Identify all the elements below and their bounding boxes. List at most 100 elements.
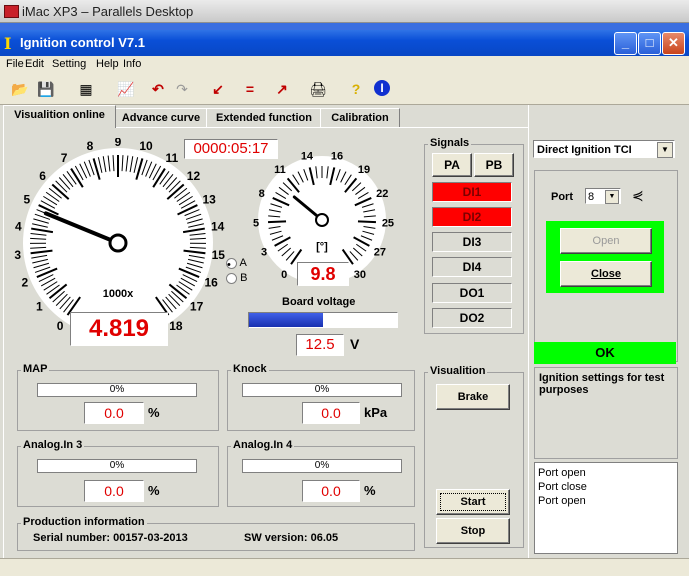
rpm-tick-label: 4 [15, 220, 22, 234]
board-voltage-value: 12.5 [296, 334, 344, 356]
tab-calibration[interactable]: Calibration [320, 108, 400, 128]
analog3-title: Analog.In 3 [21, 439, 84, 451]
radio-b-label: B [240, 272, 247, 284]
info-icon[interactable]: I [374, 80, 390, 96]
rpm-tick-label: 3 [14, 248, 21, 262]
rpm-needle-hub [110, 235, 126, 251]
arrow-up-right-icon[interactable]: ↗ [272, 80, 292, 98]
angle-value: 9.8 [297, 262, 349, 286]
knock-value: 0.0 [302, 402, 360, 424]
rpm-tick-label: 8 [87, 139, 94, 153]
help-icon[interactable]: ? [346, 80, 366, 98]
window-title: Ignition control V7.1 [20, 35, 145, 50]
angle-needle-hub [316, 214, 328, 226]
map-title: MAP [21, 363, 49, 375]
angle-tick-label: 16 [331, 151, 343, 163]
log-item: Port open [538, 466, 674, 480]
radio-a-dot: • [226, 258, 237, 269]
radio-a[interactable]: • A [226, 257, 247, 269]
start-button[interactable]: Start [436, 489, 510, 515]
stop-button[interactable]: Stop [436, 518, 510, 544]
angle-tick-label: 27 [374, 246, 386, 258]
close-port-button[interactable]: Close [560, 261, 652, 287]
rpm-tick-label: 13 [202, 193, 216, 207]
rpm-tick-label: 2 [22, 275, 29, 289]
angle-tick-label: 14 [301, 151, 314, 163]
toolbar: 📂 💾 ▦ 📈 ↶ ↷ ↙ = ↗ 🖨 ? I [0, 74, 689, 105]
rpm-tick-label: 11 [166, 151, 179, 165]
chart-icon[interactable]: 📈 [116, 80, 136, 98]
angle-tick-label: 19 [358, 164, 370, 176]
analog3-value: 0.0 [84, 480, 144, 502]
undo-icon[interactable]: ↶ [148, 80, 168, 98]
log-item: Port close [538, 480, 674, 494]
analog4-progress-bar: 0% [242, 459, 402, 473]
signal-do2: DO2 [432, 308, 512, 328]
knock-title: Knock [231, 363, 269, 375]
ignition-mode-value: Direct Ignition TCI [537, 144, 632, 156]
menu-edit[interactable]: Edit [25, 58, 44, 70]
brake-button[interactable]: Brake [436, 384, 510, 410]
status-bar [0, 558, 689, 576]
redo-icon[interactable]: ↷ [172, 80, 192, 98]
host-title-bar: iMac XP3 – Parallels Desktop [0, 0, 689, 23]
log-list[interactable]: Port open Port close Port open [534, 462, 678, 554]
rpm-unit-label: 1000x [103, 288, 134, 300]
signal-di4: DI4 [432, 257, 512, 277]
rpm-tick-label: 9 [115, 138, 122, 149]
plug-icon: ⋞ [632, 187, 644, 204]
menu-file[interactable]: File [6, 58, 24, 70]
angle-tick-label: 11 [274, 164, 286, 176]
menu-help[interactable]: Help [96, 58, 119, 70]
tab-extended-function[interactable]: Extended function [206, 108, 322, 128]
menu-setting[interactable]: Setting [52, 58, 86, 70]
radio-b-dot [226, 273, 237, 284]
app-logo-icon: I [4, 34, 11, 53]
angle-tick-label: 3 [261, 246, 267, 258]
minimize-button[interactable]: _ [614, 32, 637, 55]
port-select[interactable]: 8 ▼ [585, 188, 621, 204]
tab-visualition-online[interactable]: Visualition online [3, 105, 116, 128]
port-chevron-down-icon[interactable]: ▼ [605, 190, 619, 204]
sw-version: SW version: 06.05 [244, 532, 338, 544]
table-icon[interactable]: ▦ [76, 80, 96, 98]
close-button[interactable]: ✕ [662, 32, 685, 55]
status-ok-indicator: OK [534, 342, 676, 364]
board-voltage-bar [248, 312, 398, 328]
window-title-bar: I Ignition control V7.1 _ □ ✕ [0, 30, 689, 56]
signals-title: Signals [428, 137, 471, 149]
pb-button[interactable]: PB [474, 153, 514, 177]
angle-major-tick [358, 221, 376, 222]
angle-unit-label: [°] [316, 241, 328, 253]
visualition-title: Visualition [428, 365, 487, 377]
open-button[interactable]: Open [560, 228, 652, 254]
signal-do1: DO1 [432, 283, 512, 303]
signal-di1: DI1 [432, 182, 512, 202]
menu-info[interactable]: Info [123, 58, 141, 70]
equals-icon[interactable]: = [240, 80, 260, 98]
tab-advance-curve[interactable]: Advance curve [114, 108, 208, 128]
angle-tick-label: 0 [281, 269, 287, 281]
open-folder-icon[interactable]: 📂 [10, 80, 30, 98]
pa-button[interactable]: PA [432, 153, 472, 177]
rpm-tick-label: 15 [212, 248, 226, 262]
chevron-down-icon[interactable]: ▼ [657, 142, 673, 158]
ignition-mode-select[interactable]: Direct Ignition TCI ▼ [533, 140, 675, 158]
radio-a-label: A [239, 257, 246, 269]
radio-b[interactable]: B [226, 272, 247, 284]
info-text: Ignition settings for test purposes [535, 368, 677, 400]
printer-icon[interactable]: 🖨 [308, 80, 328, 98]
port-value: 8 [588, 191, 594, 203]
window-frame-top [0, 23, 689, 30]
angle-tick-label: 30 [354, 269, 366, 281]
arrow-down-left-icon[interactable]: ↙ [208, 80, 228, 98]
analog4-value: 0.0 [302, 480, 360, 502]
save-icon[interactable]: 💾 [36, 80, 56, 98]
analog3-progress-bar: 0% [37, 459, 197, 473]
board-voltage-fill [249, 313, 323, 327]
angle-major-tick [268, 221, 286, 222]
angle-tick-label: 25 [382, 217, 394, 229]
maximize-button[interactable]: □ [638, 32, 661, 55]
rpm-tick-label: 6 [39, 169, 46, 183]
rpm-tick-label: 12 [187, 169, 201, 183]
